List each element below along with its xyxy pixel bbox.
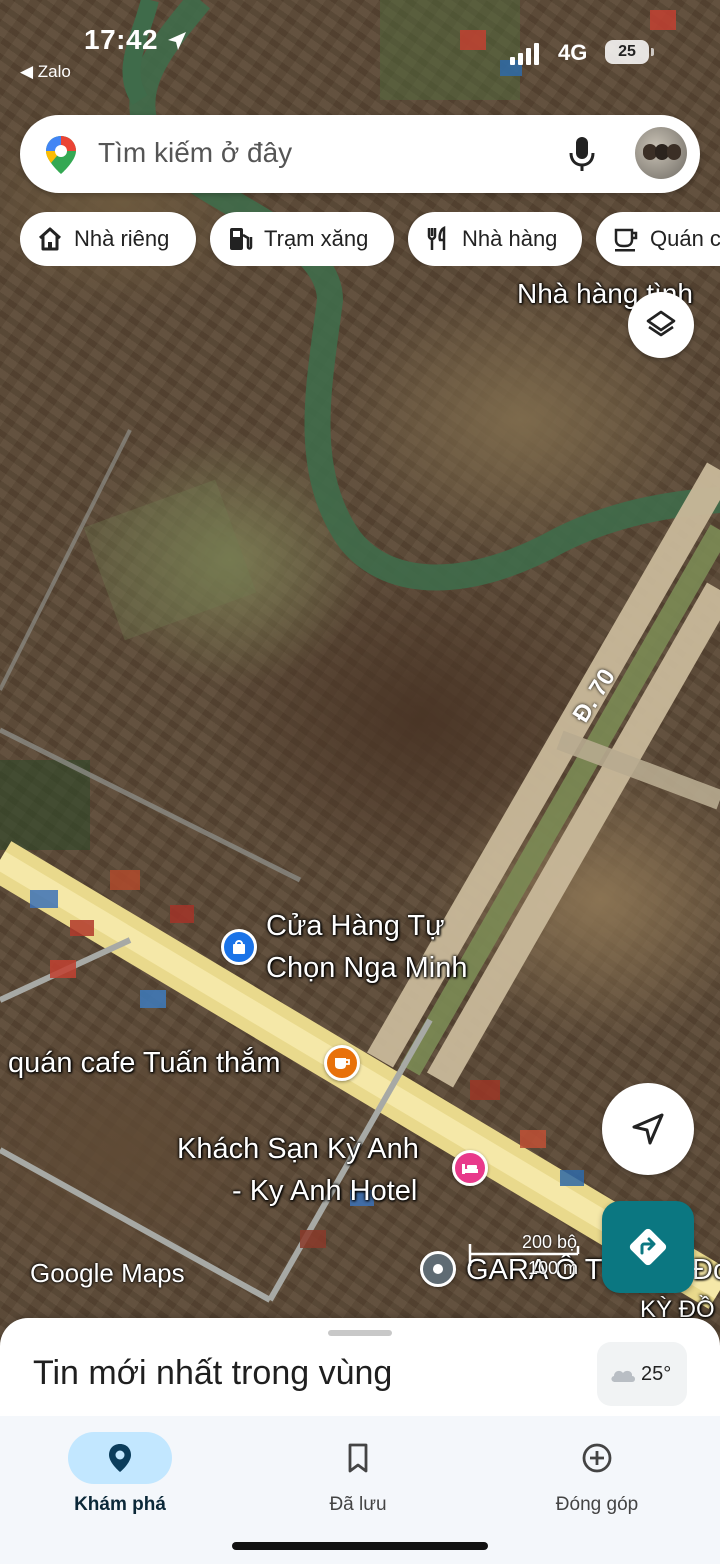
layers-icon (646, 310, 676, 337)
navigation-arrow-icon (632, 1113, 664, 1145)
bottom-sheet[interactable]: Tin mới nhất trong vùng 25° (0, 1318, 720, 1428)
poi-hotel-marker[interactable] (452, 1150, 488, 1186)
home-icon (38, 227, 62, 251)
cafe-cup-icon (335, 1058, 350, 1069)
map-label-hotel-line2[interactable]: - Ky Anh Hotel (232, 1175, 417, 1208)
chip-label: Nhà hàng (462, 226, 558, 251)
home-indicator[interactable] (232, 1542, 488, 1550)
network-type: 4G (558, 40, 588, 65)
directions-icon (629, 1228, 667, 1266)
sheet-title: Tin mới nhất trong vùng (33, 1354, 393, 1392)
tab-explore[interactable]: Khám phá (20, 1426, 220, 1536)
map-label-store-line1[interactable]: Cửa Hàng Tự (266, 910, 445, 943)
map-label-cafe[interactable]: quán cafe Tuấn thắm (8, 1047, 280, 1080)
directions-button[interactable] (602, 1201, 694, 1293)
location-arrow-icon (168, 32, 186, 50)
explore-pin-icon (109, 1444, 131, 1472)
my-location-button[interactable] (602, 1083, 694, 1175)
poi-cafe-marker[interactable] (324, 1045, 360, 1081)
chip-label: Quán c (650, 226, 720, 251)
tab-contribute[interactable]: Đóng góp (497, 1426, 697, 1536)
scale-label-metric: 100 m (528, 1258, 579, 1278)
cellular-signal-icon (510, 43, 540, 65)
status-time: 17:42 (84, 24, 159, 55)
back-to-app-link[interactable]: ◀ Zalo (20, 62, 71, 82)
pin-dot-icon (433, 1264, 443, 1274)
weather-chip[interactable]: 25° (597, 1342, 687, 1406)
add-circle-icon (582, 1443, 612, 1473)
battery-indicator: 25 (605, 40, 654, 64)
map-label-hotel-line1[interactable]: Khách Sạn Kỳ Anh (177, 1133, 419, 1166)
google-maps-logo-icon (46, 136, 76, 174)
restaurant-icon (427, 225, 446, 250)
poi-shopping-marker[interactable] (221, 929, 257, 965)
map-scale: 200 bộ 100 m (468, 1232, 588, 1278)
chip-label: Nhà riêng (74, 226, 170, 251)
sheet-drag-handle[interactable] (328, 1330, 392, 1336)
tab-label: Khám phá (74, 1494, 166, 1515)
chip-home[interactable]: Nhà riêng (20, 212, 196, 266)
gas-station-icon (230, 228, 253, 250)
bookmark-icon (348, 1443, 368, 1473)
tab-label: Đóng góp (555, 1494, 639, 1515)
tab-label: Đã lưu (329, 1494, 387, 1515)
map-label-edge: Đo (692, 1254, 720, 1286)
map-label-store-line2[interactable]: Chọn Nga Minh (266, 952, 468, 985)
google-maps-watermark: Google Maps (30, 1258, 185, 1288)
mic-icon[interactable] (568, 135, 596, 173)
cafe-icon (614, 228, 638, 252)
search-bar[interactable]: Tìm kiếm ở đây (20, 115, 700, 193)
status-bar: 17:42 ◀ Zalo 4G 25 (0, 0, 720, 100)
poi-generic-marker[interactable] (420, 1251, 456, 1287)
bed-icon (462, 1164, 478, 1174)
category-chips: Nhà riêng Trạm xăng Nhà hàng Quán c (20, 212, 720, 266)
chip-restaurant[interactable]: Nhà hàng (408, 212, 582, 266)
shopping-bag-icon (233, 940, 245, 954)
weather-temperature: 25° (641, 1363, 672, 1385)
tab-saved[interactable]: Đã lưu (258, 1426, 458, 1536)
chip-gas-station[interactable]: Trạm xăng (210, 212, 394, 266)
cloud-icon (611, 1370, 635, 1382)
chip-cafe[interactable]: Quán c (596, 212, 720, 266)
account-avatar[interactable] (635, 127, 687, 179)
search-input[interactable]: Tìm kiếm ở đây (98, 137, 292, 169)
chip-label: Trạm xăng (264, 226, 369, 251)
map-layers-button[interactable] (628, 292, 694, 358)
